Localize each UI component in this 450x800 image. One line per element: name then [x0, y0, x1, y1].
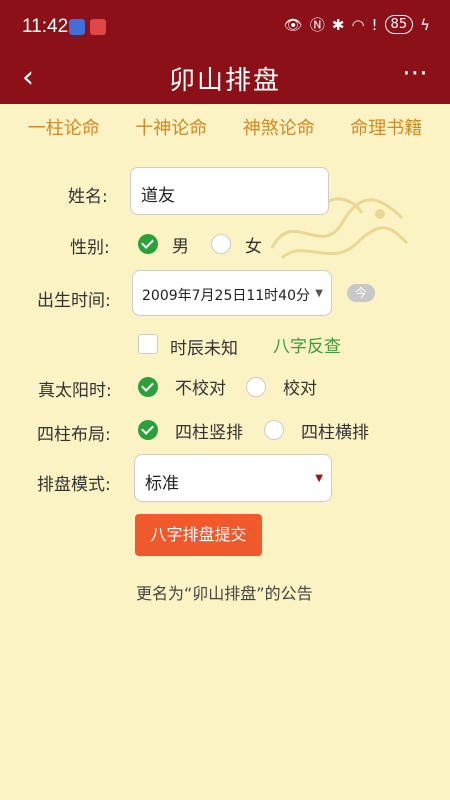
birth-time-value: 2009年7月25日11时40分: [142, 288, 310, 304]
status-bar: 11:42 👁 Ⓝ ✱ ◠ ! 85 ϟ: [0, 0, 450, 52]
solar-time-label: 真太阳时:: [38, 381, 112, 401]
tab-books[interactable]: 命理书籍: [350, 114, 422, 140]
nfc-icon: Ⓝ: [309, 16, 325, 34]
bazi-lookup-link[interactable]: 八字反查: [273, 332, 341, 357]
layout-horizontal-radio[interactable]: [264, 420, 284, 440]
layout-label: 四柱布局:: [37, 425, 111, 445]
tab-yizhu[interactable]: 一柱论命: [28, 114, 100, 140]
app-bar: ‹ 卯山排盘 ⋯: [0, 52, 450, 104]
unknown-hour-label: 时辰未知: [170, 339, 238, 359]
gender-male-radio[interactable]: [138, 234, 158, 254]
alert-icon: !: [371, 15, 378, 34]
app-notification-icon: [90, 19, 106, 35]
usb-notification-icon: [69, 19, 85, 35]
eye-icon: 👁: [283, 15, 303, 34]
solar-on-radio[interactable]: [246, 377, 266, 397]
wifi-icon: ◠: [351, 15, 365, 34]
layout-vertical-label: 四柱竖排: [175, 423, 243, 443]
mode-label: 排盘模式:: [37, 475, 111, 495]
name-field-value: 道友: [141, 186, 175, 206]
mode-select[interactable]: 标准 ▼: [134, 454, 332, 502]
gender-label: 性别:: [70, 238, 110, 258]
chevron-down-icon: ▼: [315, 288, 323, 299]
chevron-down-icon: ▼: [315, 473, 323, 484]
solar-off-label: 不校对: [175, 379, 226, 399]
name-label: 姓名:: [68, 187, 108, 207]
charging-icon: ϟ: [420, 15, 430, 34]
status-icons: 👁 Ⓝ ✱ ◠ ! 85 ϟ: [284, 14, 430, 35]
gender-female-label: 女: [245, 237, 262, 257]
tab-shishen[interactable]: 十神论命: [135, 114, 207, 140]
birth-time-select[interactable]: 2009年7月25日11时40分 ▼: [132, 270, 332, 316]
name-field[interactable]: 道友: [130, 167, 329, 215]
submit-button[interactable]: 八字排盘提交: [135, 514, 262, 556]
layout-vertical-radio[interactable]: [138, 420, 158, 440]
bluetooth-icon: ✱: [331, 15, 345, 34]
layout-horizontal-label: 四柱横排: [301, 423, 369, 443]
tab-shensha[interactable]: 神煞论命: [243, 114, 315, 140]
app-title: 卯山排盘: [168, 66, 281, 96]
gender-male-label: 男: [172, 237, 189, 257]
birth-label: 出生时间:: [37, 291, 111, 311]
mode-value: 标准: [145, 474, 179, 494]
solar-on-label: 校对: [283, 379, 317, 399]
gender-female-radio[interactable]: [211, 234, 231, 254]
battery-indicator: 85: [384, 15, 414, 34]
rename-notice-link[interactable]: 更名为“卯山排盘”的公告: [136, 580, 313, 604]
tab-bar: 一柱论命 十神论命 神煞论命 命理书籍: [0, 114, 450, 140]
solar-off-radio[interactable]: [138, 377, 158, 397]
unknown-hour-checkbox[interactable]: [138, 334, 158, 354]
today-button[interactable]: 今: [347, 284, 375, 302]
more-options-icon[interactable]: ⋯: [402, 58, 428, 88]
status-time: 11:42: [22, 16, 69, 37]
